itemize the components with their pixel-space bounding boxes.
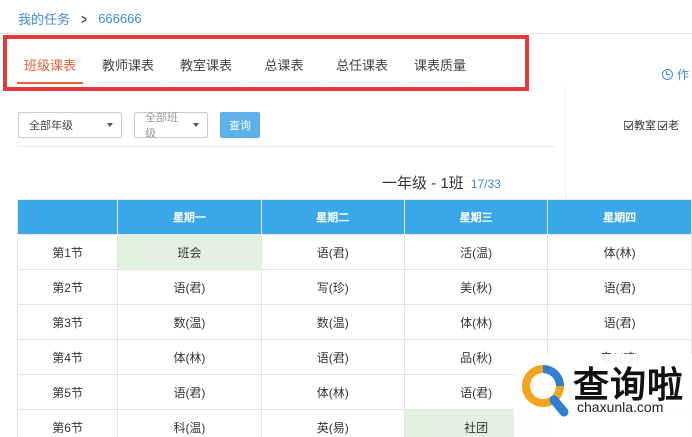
schedule-cell[interactable]: 科(温): [117, 409, 262, 437]
filter-divider: [18, 146, 556, 147]
schedule-cell[interactable]: 班会: [117, 234, 262, 270]
table-row: 第2节 语(君) 写(珍) 美(秋) 语(君): [16, 269, 692, 305]
breadcrumb-parent-link[interactable]: 我的任务: [18, 9, 70, 28]
schedule-title: 一年级 - 1班 17/33: [382, 172, 501, 193]
breadcrumb: 我的任务 > 666666: [18, 9, 142, 28]
right-hint-label: 作: [677, 68, 690, 82]
caret-down-icon: [193, 123, 199, 127]
grade-select-value: 全部年级: [29, 120, 73, 132]
query-button[interactable]: 查询: [220, 112, 260, 138]
class-select-value: 全部班级: [145, 112, 178, 140]
schedule-cell[interactable]: 体(林): [117, 339, 262, 375]
schedule-cell[interactable]: 数(温): [260, 304, 405, 340]
header-tuesday: 星期二: [260, 199, 405, 235]
schedule-count: 17/33: [470, 177, 501, 191]
schedule-cell[interactable]: 语(君): [547, 269, 692, 305]
breadcrumb-current[interactable]: 666666: [98, 11, 141, 26]
checkbox-checked-icon[interactable]: [624, 120, 633, 130]
watermark-url: chaxunla.com: [577, 399, 664, 415]
schedule-cell[interactable]: 数(温): [117, 304, 262, 340]
caret-down-icon: [107, 123, 113, 127]
vertical-divider: [565, 87, 566, 207]
checkbox-teacher[interactable]: 老: [658, 117, 679, 133]
period-label: 第2节: [16, 269, 119, 305]
schedule-cell[interactable]: 体(林): [547, 234, 692, 270]
period-label: 第4节: [16, 339, 119, 375]
class-select[interactable]: 全部班级: [134, 112, 208, 140]
header-monday: 星期一: [117, 199, 262, 235]
schedule-cell[interactable]: 语(君): [547, 304, 692, 340]
header-divider: [0, 33, 692, 34]
tab-schedule-quality[interactable]: 课表质量: [407, 55, 473, 83]
period-label: 第3节: [16, 304, 119, 340]
checkbox-teacher-label: 老: [668, 120, 679, 132]
right-hint[interactable]: 作: [662, 66, 689, 83]
schedule-tabs: 班级课表 教师课表 教室课表 总课表 总任课表 课表质量: [3, 35, 529, 91]
display-options: 教室 老: [624, 117, 679, 133]
period-label: 第5节: [16, 374, 119, 410]
checkbox-checked-icon[interactable]: [658, 120, 667, 130]
schedule-cell[interactable]: 体(林): [403, 304, 549, 340]
grade-select[interactable]: 全部年级: [18, 112, 122, 138]
filter-bar: 全部年级 全部班级 查询: [18, 112, 260, 140]
tab-master-teaching-schedule[interactable]: 总任课表: [329, 55, 395, 83]
tab-master-schedule[interactable]: 总课表: [251, 55, 317, 83]
schedule-header-row: 星期一 星期二 星期三 星期四: [16, 199, 692, 235]
schedule-cell[interactable]: 英(易): [260, 409, 405, 437]
magnifier-logo-icon: [520, 362, 570, 423]
checkbox-classroom-label: 教室: [634, 120, 656, 132]
header-thursday: 星期四: [547, 199, 692, 235]
header-wednesday: 星期三: [403, 199, 549, 235]
schedule-cell[interactable]: 语(君): [117, 269, 262, 305]
header-corner: [16, 199, 119, 235]
schedule-cell[interactable]: 写(珍): [260, 269, 405, 305]
schedule-cell[interactable]: 美(秋): [403, 269, 549, 305]
schedule-cell[interactable]: 语(君): [260, 234, 405, 270]
clock-icon: [662, 69, 673, 80]
chevron-right-icon: >: [81, 10, 87, 27]
schedule-cell[interactable]: 语(君): [260, 339, 405, 375]
table-row: 第1节 班会 语(君) 活(温) 体(林): [16, 234, 692, 270]
schedule-cell[interactable]: 体(林): [260, 374, 405, 410]
checkbox-classroom[interactable]: 教室: [624, 117, 656, 133]
table-row: 第3节 数(温) 数(温) 体(林) 语(君): [16, 304, 692, 340]
tab-classroom-schedule[interactable]: 教室课表: [173, 55, 239, 83]
schedule-cell[interactable]: 活(温): [403, 234, 549, 270]
schedule-cell[interactable]: 语(君): [117, 374, 262, 410]
schedule-class-name: 一年级 - 1班: [382, 175, 464, 192]
tab-teacher-schedule[interactable]: 教师课表: [95, 55, 161, 83]
tab-class-schedule[interactable]: 班级课表: [17, 55, 83, 84]
period-label: 第1节: [16, 234, 119, 270]
period-label: 第6节: [16, 409, 119, 437]
page: 我的任务 > 666666 班级课表 教师课表 教室课表 总课表 总任课表 课表…: [0, 0, 692, 437]
